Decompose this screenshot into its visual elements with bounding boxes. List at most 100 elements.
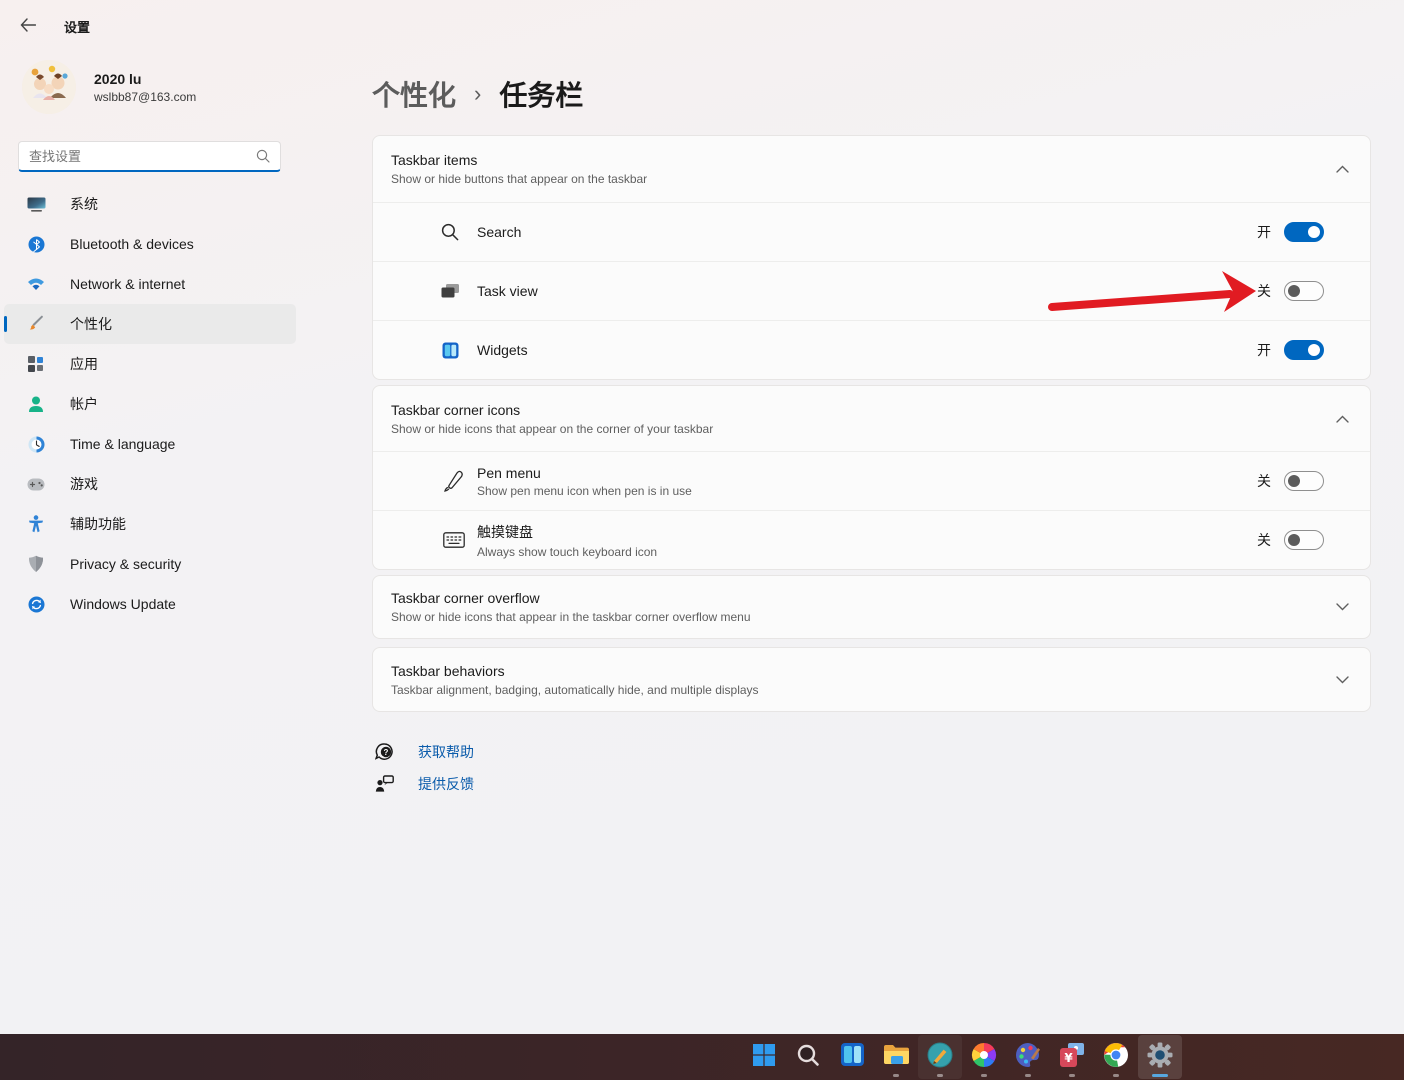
search-toggle-row: Search 开 [373,202,1370,261]
chrome-button[interactable] [1094,1035,1138,1079]
svg-text:?: ? [383,748,388,757]
touch-keyboard-icon [443,529,465,551]
toggle-zone: 关 [1257,281,1324,301]
help-link-label: 获取帮助 [418,744,474,760]
sidebar-item-windows-update[interactable]: Windows Update [4,584,296,624]
network-icon [26,274,46,294]
pencil-app-button[interactable] [918,1035,962,1079]
sidebar: 2020 lu wslbb87@163.com 系统 Bluetooth & [0,0,300,1034]
system-icon [26,194,46,214]
toggle-state-label: 开 [1257,342,1271,358]
row-text: 触摸键盘 Always show touch keyboard icon [477,522,657,559]
windows-start-icon [752,1043,776,1072]
sidebar-item-personalization[interactable]: 个性化 [4,304,296,344]
user-name: 2020 lu [94,70,142,87]
sidebar-item-accessibility[interactable]: 辅助功能 [4,504,296,544]
widgets-toggle[interactable] [1284,340,1324,360]
settings-search-box [18,141,281,172]
sidebar-item-label: 应用 [70,356,98,372]
windows-update-icon [26,594,46,614]
sidebar-item-label: 帐户 [70,396,98,412]
apps-icon [26,354,46,374]
widgets-icon [439,339,461,361]
breadcrumb: 个性化 › 任务栏 [372,74,583,114]
toggle-state-label: 关 [1257,473,1271,489]
toggle-state-label: 开 [1257,224,1271,240]
get-help-link[interactable]: ? 获取帮助 [374,742,474,762]
toggle-state-label: 关 [1257,283,1271,299]
taskbar-items-header[interactable]: Taskbar items Show or hide buttons that … [373,136,1370,202]
section-title: Taskbar corner overflow [391,590,540,606]
sidebar-item-network-internet[interactable]: Network & internet [4,264,296,304]
sidebar-item-apps[interactable]: 应用 [4,344,296,384]
accounts-icon [26,394,46,414]
breadcrumb-separator: › [474,81,482,106]
gaming-icon [26,474,46,494]
yen-pay-icon: ¥ [1059,1042,1085,1073]
file-explorer-button[interactable] [874,1035,918,1079]
help-link-label: 提供反馈 [418,776,474,792]
user-account-card[interactable]: 2020 lu wslbb87@163.com [22,60,196,114]
page-title: 任务栏 [499,80,584,111]
taskbar-behaviors-header[interactable]: Taskbar behaviors Taskbar alignment, bad… [373,648,1370,711]
sidebar-item-accounts[interactable]: 帐户 [4,384,296,424]
toggle-state-label: 关 [1257,532,1271,548]
sidebar-item-bluetooth-devices[interactable]: Bluetooth & devices [4,224,296,264]
search-input[interactable] [19,148,256,164]
settings-window: 设置 2020 lu wslbb87@163.com 查找设置 系统 Bluet… [0,0,1404,1080]
bluetooth-icon [26,234,46,254]
section-subtitle: Taskbar alignment, badging, automaticall… [391,682,759,697]
sidebar-nav: 系统 Bluetooth & devices Network & interne… [4,184,296,624]
task-view-toggle[interactable] [1284,281,1324,301]
pen-icon [443,470,465,492]
privacy-icon [26,554,46,574]
widgets-toggle-row: Widgets 开 [373,320,1370,379]
chrome-icon [1103,1042,1129,1073]
taskbar-behaviors-card: Taskbar behaviors Taskbar alignment, bad… [372,647,1371,712]
touch-keyboard-toggle[interactable] [1284,530,1324,550]
palette-app-button[interactable] [1006,1035,1050,1079]
taskbar-search-button[interactable] [786,1035,830,1079]
breadcrumb-personalization[interactable]: 个性化 [372,74,456,114]
taskbar-widgets-button[interactable] [830,1035,874,1079]
sidebar-item-system[interactable]: 系统 [4,184,296,224]
chevron-up-icon[interactable] [1328,405,1356,433]
settings-gear-icon [1147,1042,1173,1073]
sidebar-item-time-language[interactable]: Time & language [4,424,296,464]
row-text: Pen menu Show pen menu icon when pen is … [477,465,692,498]
chevron-down-icon[interactable] [1328,593,1356,621]
get-help-icon: ? [374,742,394,762]
sidebar-item-privacy-security[interactable]: Privacy & security [4,544,296,584]
taskbar-corner-icons-card: Taskbar corner icons Show or hide icons … [372,385,1371,570]
row-description: Show pen menu icon when pen is in use [477,483,692,498]
sidebar-item-label: Bluetooth & devices [70,236,194,252]
color-wheel-icon [971,1042,997,1073]
help-links: ? 获取帮助 提供反馈 [374,742,474,794]
avatar [22,60,76,114]
yen-pay-app-button[interactable]: ¥ [1050,1035,1094,1079]
row-label: Widgets [477,342,528,358]
chevron-up-icon[interactable] [1328,155,1356,183]
search-icon[interactable] [256,149,270,163]
give-feedback-link[interactable]: 提供反馈 [374,774,474,794]
time-language-icon [26,434,46,454]
taskbar-search-icon [796,1043,820,1072]
sidebar-item-label: 个性化 [70,316,112,332]
sidebar-item-label: Time & language [70,436,176,452]
row-description: Always show touch keyboard icon [477,544,658,559]
settings-button[interactable] [1138,1035,1182,1079]
task-view-icon [439,280,461,302]
svg-text:¥: ¥ [1064,1051,1073,1065]
start-button[interactable] [742,1035,786,1079]
color-wheel-app-button[interactable] [962,1035,1006,1079]
taskbar-corner-overflow-header[interactable]: Taskbar corner overflow Show or hide ico… [373,576,1370,638]
chevron-down-icon[interactable] [1328,666,1356,694]
row-label: Pen menu [477,464,541,481]
taskbar-corner-icons-header[interactable]: Taskbar corner icons Show or hide icons … [373,386,1370,451]
sidebar-item-label: 游戏 [70,476,98,492]
sidebar-item-label: Privacy & security [70,556,182,572]
row-label: 触摸键盘 [477,523,533,540]
search-toggle[interactable] [1284,222,1324,242]
sidebar-item-gaming[interactable]: 游戏 [4,464,296,504]
pen-menu-toggle[interactable] [1284,471,1324,491]
